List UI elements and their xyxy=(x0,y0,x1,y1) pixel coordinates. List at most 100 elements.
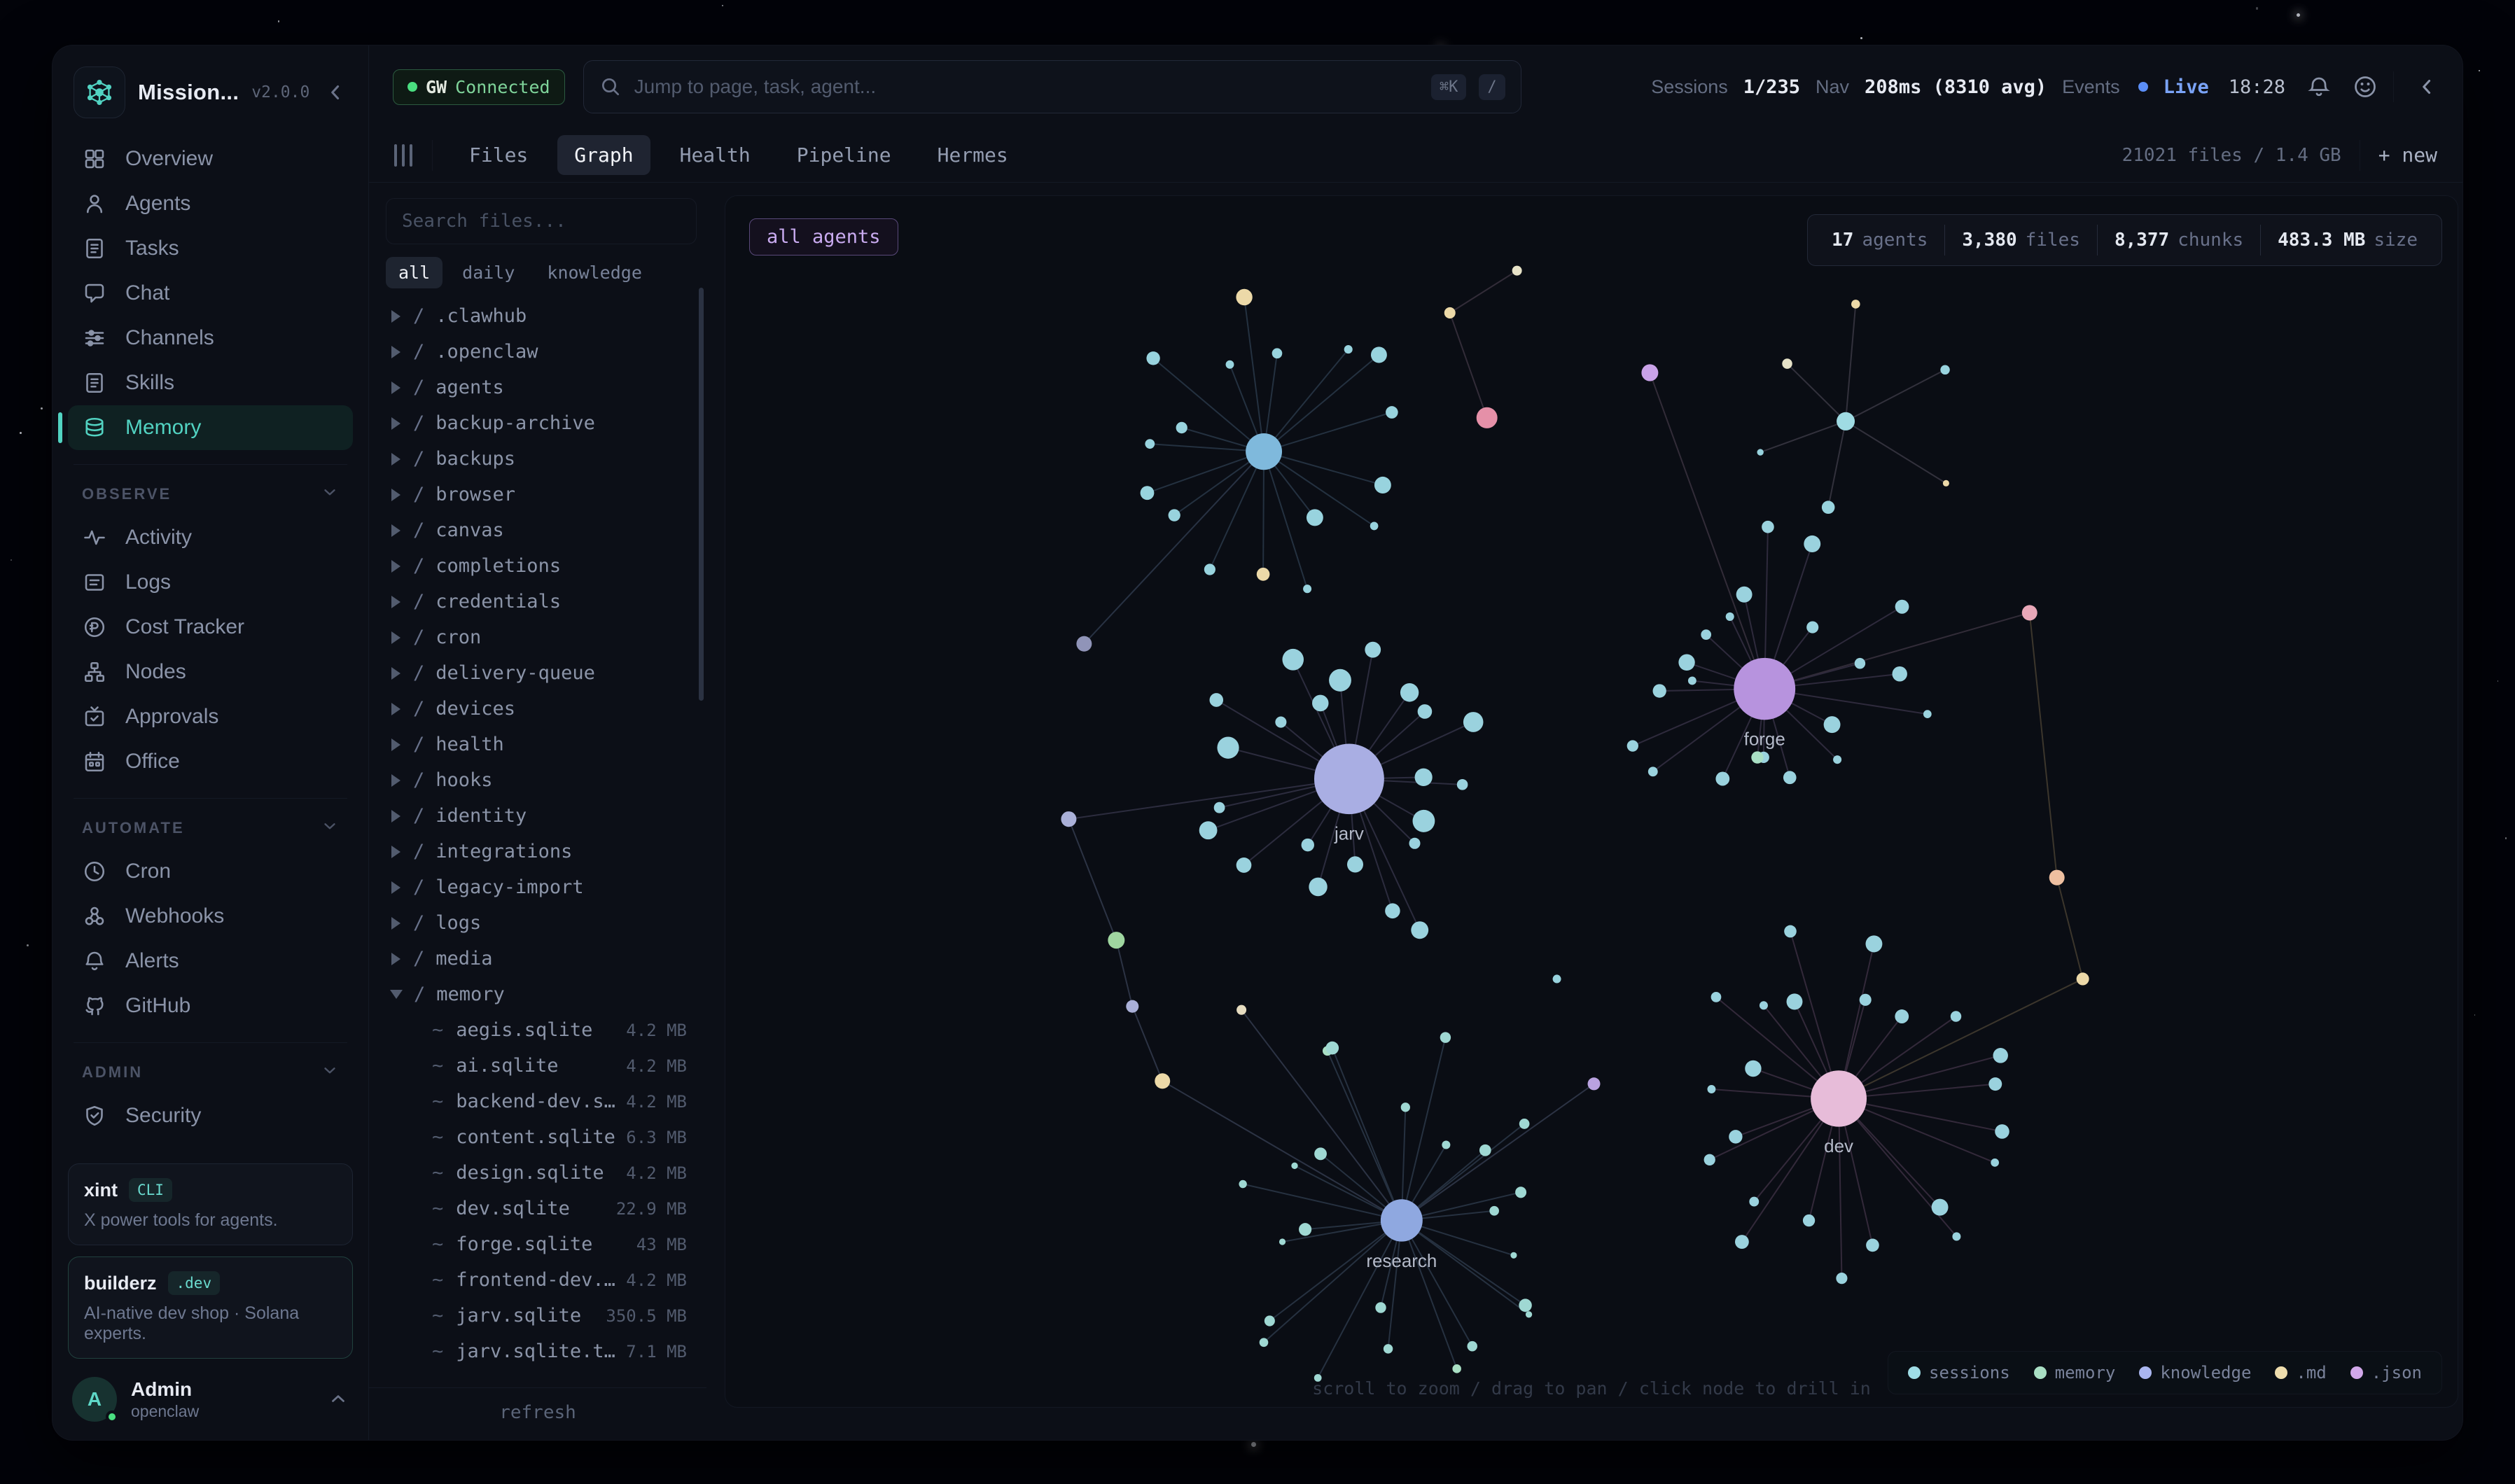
folder-slash: / xyxy=(413,912,424,934)
panel-collapse-icon[interactable] xyxy=(2415,75,2439,99)
tab-health[interactable]: Health xyxy=(663,135,767,175)
filter-chip-daily[interactable]: daily xyxy=(450,257,527,288)
tree-folder[interactable]: /completions xyxy=(386,548,697,584)
folder-slash: / xyxy=(413,769,424,791)
tree-file[interactable]: ~design.sqlite4.2 MB xyxy=(386,1155,697,1191)
sidebar-item-logs[interactable]: Logs xyxy=(68,560,353,605)
card-icon xyxy=(82,570,107,595)
global-search[interactable]: ⌘K / xyxy=(583,60,1521,113)
chevron-down-icon[interactable] xyxy=(321,483,339,505)
tree-folder[interactable]: /browser xyxy=(386,477,697,512)
tree-folder[interactable]: /media xyxy=(386,941,697,976)
sidebar-item-nodes[interactable]: Nodes xyxy=(68,650,353,694)
promo-card-header: builderz.dev xyxy=(84,1271,337,1295)
tree-folder[interactable]: /delivery-queue xyxy=(386,655,697,691)
search-input[interactable] xyxy=(634,76,1419,98)
tree-folder[interactable]: /backup-archive xyxy=(386,405,697,441)
tree-folder[interactable]: /.clawhub xyxy=(386,298,697,334)
sidebar-item-overview[interactable]: Overview xyxy=(68,136,353,181)
chevron-up-icon[interactable] xyxy=(328,1389,349,1410)
feedback-smiley-icon[interactable] xyxy=(2353,74,2378,99)
tree-folder[interactable]: /health xyxy=(386,727,697,762)
sidebar-item-github[interactable]: GitHub xyxy=(68,983,353,1028)
sidebar-item-skills[interactable]: Skills xyxy=(68,360,353,405)
tab-graph[interactable]: Graph xyxy=(557,135,650,175)
tree-file[interactable]: ~content.sqlite6.3 MB xyxy=(386,1119,697,1155)
tree-folder-expanded[interactable]: /memory xyxy=(386,976,697,1012)
tree-folder[interactable]: /backups xyxy=(386,441,697,477)
file-marker: ~ xyxy=(432,1126,443,1148)
tab-hermes[interactable]: Hermes xyxy=(921,135,1025,175)
memory-graph-canvas[interactable]: jarvforgedevresearch xyxy=(725,196,2458,1407)
tree-folder[interactable]: /logs xyxy=(386,905,697,941)
svg-text:jarv: jarv xyxy=(1334,822,1364,844)
tree-file[interactable]: ~frontend-dev.sq…4.2 MB xyxy=(386,1262,697,1298)
tree-file[interactable]: ~forge.sqlite43 MB xyxy=(386,1226,697,1262)
caret-right-icon xyxy=(391,953,400,965)
refresh-button[interactable]: refresh xyxy=(499,1402,576,1423)
tree-file[interactable]: ~dev.sqlite22.9 MB xyxy=(386,1191,697,1226)
sidebar-item-label: Memory xyxy=(125,416,201,440)
avatar: A xyxy=(72,1377,117,1422)
columns-icon[interactable] xyxy=(394,144,412,167)
notifications-bell-icon[interactable] xyxy=(2306,74,2332,99)
sidebar-item-activity[interactable]: Activity xyxy=(68,515,353,560)
sidebar-item-tasks[interactable]: Tasks xyxy=(68,226,353,271)
sidebar-item-security[interactable]: Security xyxy=(68,1093,353,1138)
file-size: 4.2 MB xyxy=(626,1270,697,1290)
tree-folder[interactable]: /devices xyxy=(386,691,697,727)
tree-file[interactable]: ~backend-dev.sql…4.2 MB xyxy=(386,1084,697,1119)
sidebar-item-office[interactable]: Office xyxy=(68,739,353,784)
tree-folder[interactable]: /integrations xyxy=(386,834,697,869)
user-menu[interactable]: A Admin openclaw xyxy=(68,1377,353,1422)
tab-pipeline[interactable]: Pipeline xyxy=(780,135,908,175)
sidebar-item-channels[interactable]: Channels xyxy=(68,316,353,360)
sidebar-item-agents[interactable]: Agents xyxy=(68,181,353,226)
tree-folder[interactable]: /credentials xyxy=(386,584,697,620)
promo-card-builderz[interactable]: builderz.dev AI-native dev shop · Solana … xyxy=(68,1256,353,1359)
tree-file[interactable]: ~jarv.sqlite.tmp…7.1 MB xyxy=(386,1334,697,1369)
caret-right-icon xyxy=(391,774,400,787)
tree-file[interactable]: ~aegis.sqlite4.2 MB xyxy=(386,1012,697,1048)
sidebar-collapse-icon[interactable] xyxy=(323,80,347,104)
tree-folder[interactable]: /canvas xyxy=(386,512,697,548)
sidebar-item-webhooks[interactable]: Webhooks xyxy=(68,894,353,939)
sessions-value: 1/235 xyxy=(1743,76,1800,98)
chevron-down-icon[interactable] xyxy=(321,817,339,839)
sidebar-item-label: Tasks xyxy=(125,237,179,260)
file-search-input[interactable] xyxy=(386,198,697,244)
tree-file[interactable]: ~ai.sqlite4.2 MB xyxy=(386,1048,697,1084)
tree-folder[interactable]: /hooks xyxy=(386,762,697,798)
caret-down-icon xyxy=(390,990,403,999)
filter-chip-knowledge[interactable]: knowledge xyxy=(534,257,654,288)
tree-file[interactable]: ~jarv.sqlite350.5 MB xyxy=(386,1298,697,1334)
filter-chip-all[interactable]: all xyxy=(386,257,443,288)
sidebar-item-alerts[interactable]: Alerts xyxy=(68,939,353,983)
sidebar-item-approvals[interactable]: Approvals xyxy=(68,694,353,739)
sidebar-item-cron[interactable]: Cron xyxy=(68,849,353,894)
scrollbar-thumb[interactable] xyxy=(699,288,704,701)
stat-label: agents xyxy=(1862,230,1928,251)
graph-stat-chunks: 8,377chunks xyxy=(2098,230,2260,251)
sidebar-item-cost-tracker[interactable]: Cost Tracker xyxy=(68,605,353,650)
tab-files[interactable]: Files xyxy=(452,135,545,175)
stat-value: 8,377 xyxy=(2115,230,2169,251)
tree-folder[interactable]: /.openclaw xyxy=(386,334,697,370)
promo-card-description: AI-native dev shop · Solana experts. xyxy=(84,1303,337,1344)
promo-card-xint[interactable]: xintCLIX power tools for agents. xyxy=(68,1163,353,1245)
chevron-down-icon[interactable] xyxy=(321,1061,339,1084)
sidebar-item-chat[interactable]: Chat xyxy=(68,271,353,316)
folder-name: canvas xyxy=(436,519,504,541)
gateway-status-badge: GW Connected xyxy=(393,69,565,105)
tree-folder[interactable]: /agents xyxy=(386,370,697,405)
tree-folder[interactable]: /identity xyxy=(386,798,697,834)
file-filter-chips: alldailyknowledge xyxy=(386,257,697,288)
new-button[interactable]: + new xyxy=(2378,144,2437,167)
sidebar-item-label: Skills xyxy=(125,371,174,395)
agents-filter-chip[interactable]: all agents xyxy=(749,218,898,255)
sidebar-item-label: GitHub xyxy=(125,994,190,1018)
tree-folder[interactable]: /cron xyxy=(386,620,697,655)
tree-folder[interactable]: /legacy-import xyxy=(386,869,697,905)
file-size: 4.2 MB xyxy=(626,1056,697,1076)
sidebar-item-memory[interactable]: Memory xyxy=(68,405,353,450)
